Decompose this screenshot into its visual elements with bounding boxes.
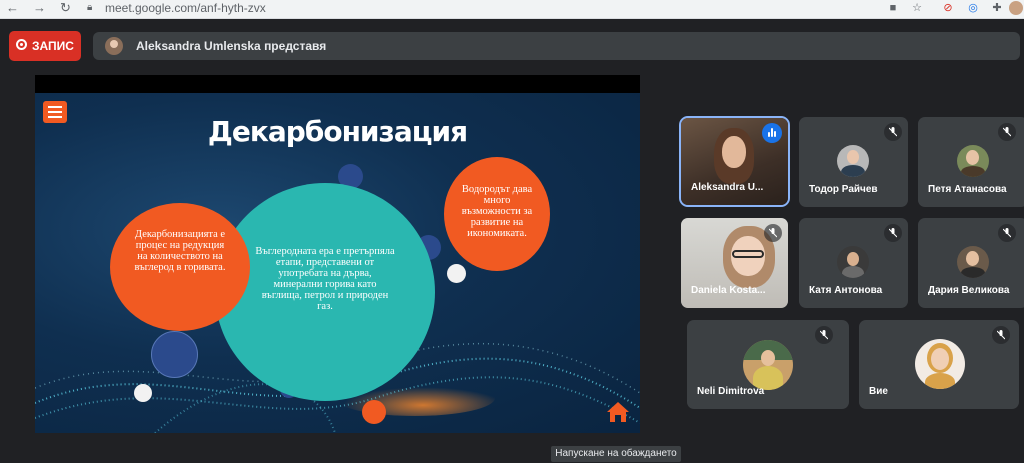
mic-off-icon [992, 326, 1010, 344]
record-label: ЗАПИС [32, 39, 74, 53]
participant-name: Петя Атанасова [928, 184, 1007, 195]
right-circle: Водородът дава много възможности за разв… [444, 157, 550, 271]
center-circle: Въглеродната ера е претърпяла етапи, пре… [215, 183, 435, 401]
participant-tile[interactable]: Neli Dimitrova [687, 320, 849, 409]
camera-icon[interactable]: ■ [886, 1, 900, 15]
shared-screen: Декарбонизация Въглеродната ера е претър… [35, 75, 640, 433]
mic-off-icon [884, 224, 902, 242]
participant-tile[interactable]: Daniela Kosta... [681, 218, 788, 308]
profile-avatar[interactable] [1009, 1, 1023, 15]
presenter-banner: Aleksandra Umlenska представя [93, 32, 1020, 60]
speaking-icon [762, 123, 782, 143]
participant-name: Вие [869, 386, 888, 397]
presentation-slide: Декарбонизация Въглеродната ера е претър… [35, 93, 640, 433]
slide-title: Декарбонизация [207, 115, 468, 148]
video-face [722, 136, 746, 168]
mic-off-icon [998, 123, 1016, 141]
browser-toolbar: ← → ↻ 🔒︎ meet.google.com/anf-hyth-zvx ■ … [0, 0, 1024, 19]
presenter-text: Aleksandra Umlenska представя [136, 39, 327, 53]
participant-avatar [837, 246, 869, 278]
leave-call-tooltip: Напускане на обаждането [551, 446, 681, 462]
participant-name: Neli Dimitrova [697, 386, 765, 397]
center-circle-text: Въглеродната ера е претърпяла етапи, пре… [255, 246, 395, 312]
participant-name: Aleksandra U... [691, 182, 764, 193]
participant-name: Дария Великова [928, 285, 1010, 296]
participant-avatar [743, 340, 793, 390]
participant-tile[interactable]: Aleksandra U... [679, 116, 790, 207]
record-button[interactable]: ЗАПИС [9, 31, 81, 61]
participant-tile[interactable]: Дария Великова [918, 218, 1024, 308]
decor-circle [151, 331, 198, 378]
lock-icon: 🔒︎ [87, 2, 93, 13]
participant-name: Daniela Kosta... [691, 285, 766, 296]
extension-icon[interactable]: ◎ [966, 1, 980, 15]
forward-icon[interactable]: → [33, 0, 46, 16]
block-icon[interactable]: ⊘ [941, 1, 955, 15]
left-circle-text: Декарбонизацията е процес на редукция на… [134, 229, 226, 273]
participant-tile[interactable]: Петя Атанасова [918, 117, 1024, 207]
reload-icon[interactable]: ↻ [60, 0, 71, 16]
address-bar[interactable]: meet.google.com/anf-hyth-zvx [105, 1, 266, 15]
participant-tile[interactable]: Катя Антонова [799, 218, 908, 308]
participant-avatar [915, 339, 965, 389]
left-circle: Декарбонизацията е процес на редукция на… [110, 203, 250, 331]
decor-circle [134, 384, 152, 402]
decor-circle [447, 264, 466, 283]
participant-tile[interactable]: Тодор Райчев [799, 117, 908, 207]
mic-off-icon [998, 224, 1016, 242]
home-icon[interactable] [605, 400, 631, 424]
participant-tile[interactable]: Вие [859, 320, 1019, 409]
puzzle-icon[interactable]: ✚ [990, 1, 1004, 15]
right-circle-text: Водородът дава много възможности за разв… [461, 184, 533, 239]
mic-off-icon [815, 326, 833, 344]
participant-avatar [957, 145, 989, 177]
back-icon[interactable]: ← [6, 0, 19, 16]
record-icon [16, 39, 27, 50]
participant-name: Тодор Райчев [809, 184, 878, 195]
mic-off-icon [764, 224, 782, 242]
glasses [732, 250, 764, 258]
presenter-avatar [105, 37, 123, 55]
mic-off-icon [884, 123, 902, 141]
participant-name: Катя Антонова [809, 285, 883, 296]
participant-avatar [957, 246, 989, 278]
decor-circle [362, 400, 386, 424]
participant-avatar [837, 145, 869, 177]
star-icon[interactable]: ☆ [910, 1, 924, 15]
